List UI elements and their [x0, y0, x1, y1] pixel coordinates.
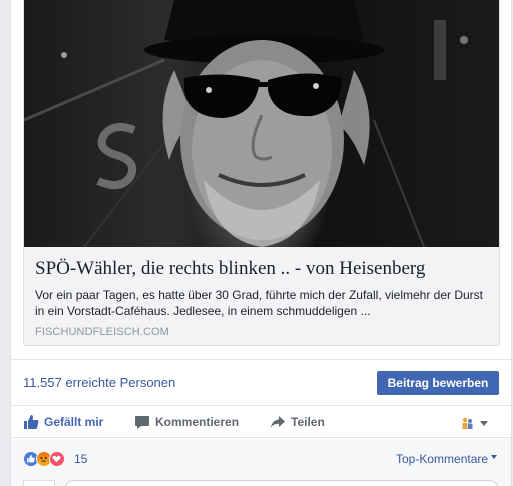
preview-description: Vor ein paar Tagen, es hatte über 30 Gra…	[35, 288, 484, 318]
love-reaction-icon	[49, 451, 65, 467]
preview-body[interactable]: SPÖ-Wähler, die rechts blinken .. - von …	[24, 247, 499, 345]
reaction-icons[interactable]	[23, 451, 65, 467]
preview-domain: FISCHUNDFLEISCH.COM	[35, 326, 169, 338]
reactions-row: 15 Top-Kommentare	[11, 439, 511, 486]
comment-sort-dropdown[interactable]: Top-Kommentare	[396, 452, 498, 466]
avatar	[23, 480, 55, 486]
chevron-down-icon	[491, 455, 498, 459]
post-actions-bar: Gefällt mir Kommentieren Teilen	[11, 405, 511, 438]
reaction-count[interactable]: 15	[74, 452, 87, 466]
insights-row: 11.557 erreichte Personen Beitrag bewerb…	[11, 359, 511, 405]
page-avatar-icon	[460, 416, 474, 430]
comment-input[interactable]	[64, 480, 499, 486]
share-label: Teilen	[291, 415, 325, 429]
share-button[interactable]: Teilen	[270, 406, 325, 438]
speech-bubble-icon	[134, 414, 150, 430]
promote-post-button[interactable]: Beitrag bewerben	[377, 371, 499, 395]
comment-composer	[23, 480, 499, 486]
post-as-selector[interactable]	[460, 415, 488, 431]
chevron-down-icon	[480, 420, 488, 426]
like-button[interactable]: Gefällt mir	[23, 406, 103, 438]
comment-sort-label: Top-Kommentare	[396, 452, 489, 466]
comment-button[interactable]: Kommentieren	[134, 406, 239, 438]
link-preview-card[interactable]: SPÖ-Wähler, die rechts blinken .. - von …	[23, 0, 500, 346]
thumbs-up-icon	[23, 414, 39, 430]
like-label: Gefällt mir	[44, 415, 104, 429]
preview-title[interactable]: SPÖ-Wähler, die rechts blinken .. - von …	[35, 258, 488, 280]
share-arrow-icon	[270, 414, 286, 430]
preview-image[interactable]	[24, 0, 499, 247]
comment-label: Kommentieren	[155, 415, 240, 429]
reach-count-link[interactable]: 11.557 erreichte Personen	[23, 375, 175, 390]
post-card: SPÖ-Wähler, die rechts blinken .. - von …	[10, 0, 512, 486]
